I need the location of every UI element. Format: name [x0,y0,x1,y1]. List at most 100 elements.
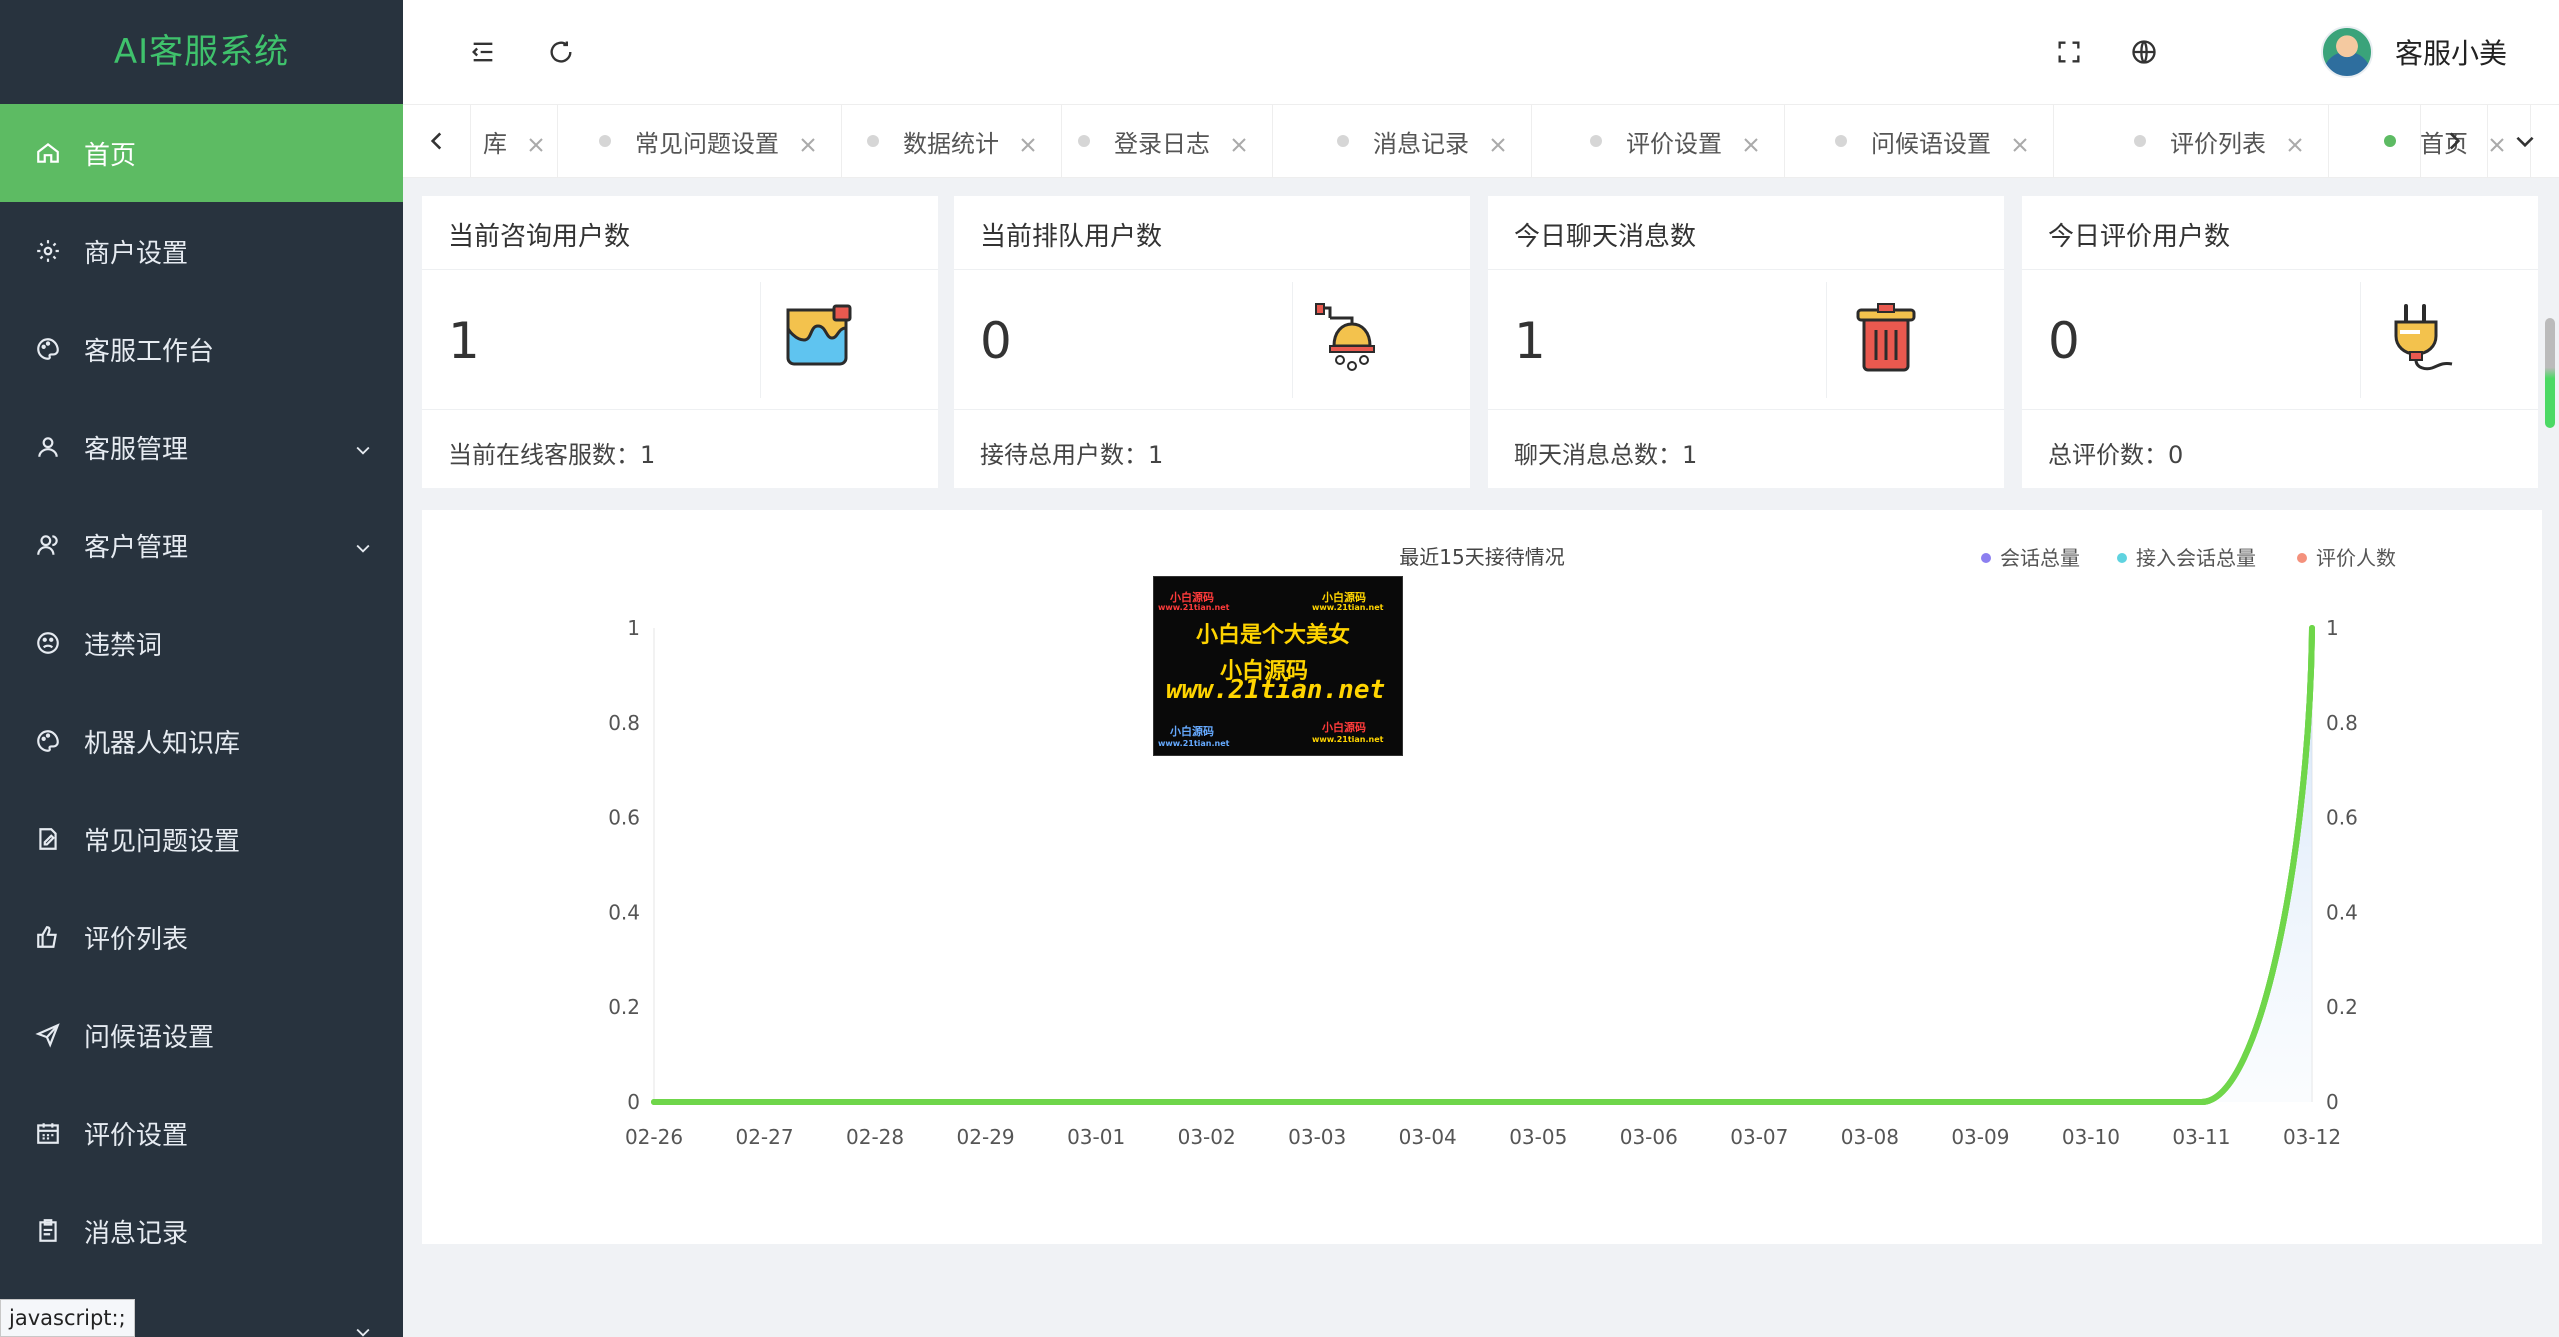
tab-4[interactable]: 消息记录 [1313,105,1532,177]
stat-card-1: 当前排队用户数 0 接待总用户数：1 [954,196,1470,488]
sidebar-item-label: 评价设置 [84,1120,189,1151]
chart-title: 最近15天接待情况 [1399,545,1564,569]
tab-5[interactable]: 评价设置 [1566,105,1785,177]
stat-card-title: 当前咨询用户数 [422,196,938,270]
palette-icon [34,335,62,363]
close-icon[interactable] [2286,132,2304,152]
send-icon [34,1021,62,1049]
sidebar-item-label: 问候语设置 [84,1022,215,1053]
status-bar-url: javascript:; [0,1299,135,1337]
home-icon [34,139,62,167]
y-tick-label: 0 [627,1090,640,1114]
watermark-small-text: www.21tian.net [1312,603,1384,612]
tabs-scroll-right-button[interactable] [2420,105,2488,177]
tab-2[interactable]: 数据统计 [843,105,1062,177]
stat-card-footer: 总评价数：0 [2048,441,2184,469]
watermark-small-text: www.21tian.net [1158,739,1230,748]
line-chart: 最近15天接待情况 会话总量 接入会话总量 评价人数 0 0 0.2 0.2 0.4 0.4 0.6… [608,545,2396,1149]
y-tick-label: 0.4 [2326,900,2358,924]
stat-card-body: 1 [422,270,938,410]
close-icon[interactable] [799,132,817,152]
close-icon[interactable] [1489,132,1507,152]
sidebar-item-10[interactable]: 评价设置 [0,1084,403,1182]
sidebar-item-7[interactable]: 常见问题设置 [0,790,403,888]
sidebar-item-0[interactable]: 首页 [0,104,403,202]
chart-panel: 最近15天接待情况 会话总量 接入会话总量 评价人数 0 0 0.2 0.2 0.4 0.4 0.6… [422,510,2542,1244]
close-icon[interactable] [2011,132,2029,152]
sidebar-item-5[interactable]: 违禁词 [0,594,403,692]
tabs-scroll-left-button[interactable] [403,105,471,177]
stat-card-value: 0 [980,312,1012,370]
sidebar-item-2[interactable]: 客服工作台 [0,300,403,398]
legend-label: 接入会话总量 [2136,546,2256,570]
x-tick-label: 03-03 [1288,1125,1346,1149]
page-scrollbar[interactable] [2545,318,2555,428]
tab-label: 数据统计 [903,129,999,158]
avatar [2320,26,2373,78]
top-header: 客服小美 [403,0,2559,104]
tab-6[interactable]: 问候语设置 [1811,105,2054,177]
x-tick-label: 03-09 [1951,1125,2009,1149]
sidebar-item-label: 客户管理 [84,532,189,563]
sidebar-item-label: 客服工作台 [84,336,215,367]
tab-label: 登录日志 [1114,129,1210,158]
sidebar-item-8[interactable]: 评价列表 [0,888,403,986]
tab-label: 问候语设置 [1871,129,1991,158]
x-tick-label: 03-01 [1067,1125,1125,1149]
tab-status-dot [599,135,611,147]
tab-status-dot [2134,135,2146,147]
y-tick-label: 0.6 [2326,806,2358,830]
sidebar-item-1[interactable]: 商户设置 [0,202,403,300]
series-area [654,628,2312,1102]
tab-1[interactable]: 常见问题设置 [575,105,842,177]
sidebar-item-label: 首页 [84,140,137,171]
y-tick-label: 0.2 [608,995,640,1019]
plug-icon [2394,304,2453,371]
tabs-dropdown-button[interactable] [2491,105,2559,177]
y-tick-label: 0.8 [2326,711,2358,735]
sidebar-item-4[interactable]: 客户管理 [0,496,403,594]
tab-3[interactable]: 登录日志 [1054,105,1273,177]
divider [760,282,761,398]
gear-icon [34,237,62,265]
tab-label: 评价列表 [2170,129,2266,158]
chevron-down-icon [353,437,373,457]
y-tick-label: 0 [2326,1090,2339,1114]
tab-status-dot [1835,135,1847,147]
sidebar-item-label: 客服管理 [84,434,189,465]
tab-0[interactable]: 库 [471,105,558,177]
tab-label: 消息记录 [1373,129,1469,158]
chevron-down-icon [353,1319,373,1337]
user-menu[interactable]: 客服小美 [2320,24,2507,80]
stat-card-body: 0 [2022,270,2538,410]
close-icon[interactable] [1742,132,1760,152]
sidebar: AI客服系统 首页 商户设置 客服工作台 客服管理 客户管理 违禁词 机器人知识库 常见问题设… [0,0,403,1337]
fullscreen-icon[interactable] [2049,32,2089,72]
user-icon [34,433,62,461]
legend-label: 评价人数 [2316,546,2396,570]
stat-card-body: 0 [954,270,1470,410]
sidebar-item-6[interactable]: 机器人知识库 [0,692,403,790]
divider [1826,282,1827,398]
sidebar-item-3[interactable]: 客服管理 [0,398,403,496]
x-tick-label: 03-08 [1841,1125,1899,1149]
thumb-up-icon [34,923,62,951]
sidebar-item-9[interactable]: 问候语设置 [0,986,403,1084]
globe-icon[interactable] [2124,32,2164,72]
x-tick-label: 03-11 [2172,1125,2230,1149]
x-tick-label: 02-29 [957,1125,1015,1149]
close-icon[interactable] [1019,132,1037,152]
refresh-icon[interactable] [541,32,581,72]
tab-7[interactable]: 评价列表 [2110,105,2329,177]
tab-status-dot [2384,135,2396,147]
close-icon[interactable] [1230,132,1248,152]
clipboard-icon [34,1217,62,1245]
x-tick-label: 03-02 [1178,1125,1236,1149]
close-icon[interactable] [527,132,545,152]
tabs-bar: 库常见问题设置 数据统计 登录日志 消息记录 评价设置 问候语设置 评价列表 首页 [403,104,2559,178]
menu-fold-icon[interactable] [463,32,503,72]
sidebar-item-11[interactable]: 消息记录 [0,1182,403,1280]
tab-label: 库 [483,129,507,158]
sidebar-menu: 首页商户设置客服工作台客服管理客户管理违禁词 机器人知识库 常见问题设置 评价列表问候… [0,104,403,1337]
x-tick-label: 03-10 [2062,1125,2120,1149]
